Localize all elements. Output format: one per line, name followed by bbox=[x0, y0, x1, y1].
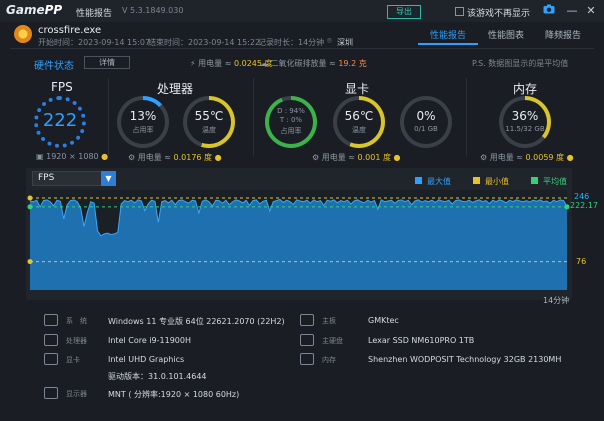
avg-end-marker bbox=[564, 204, 570, 210]
gpu-usage-gauge: D : 94% T : 0% 占用率 bbox=[265, 96, 317, 148]
memory-power-usage: ⚙ 用电量 ≈ 0.0059 度 ● bbox=[480, 153, 574, 162]
x-axis-end-label: 14分钟 bbox=[543, 296, 570, 305]
cpu-power-usage: ⚙ 用电量 ≈ 0.0176 度 ● bbox=[128, 153, 222, 162]
hardware-status-title: 硬件状态 bbox=[34, 61, 74, 72]
memory-usage-label: 11.5/32 GB bbox=[505, 125, 545, 133]
max-reference-line-marker bbox=[27, 195, 33, 201]
data-note: P.S. 数据图显示的是平均值 bbox=[472, 59, 569, 68]
memory-value: Shenzhen WODPOSIT Technology 32GB 2130MH bbox=[368, 355, 562, 364]
avg-reference-line-marker bbox=[27, 204, 33, 210]
gpu-icon bbox=[44, 353, 58, 365]
panel-divider bbox=[466, 78, 467, 156]
legend-max-swatch bbox=[415, 177, 422, 184]
cpu-value: Intel Core i9-11900H bbox=[108, 336, 191, 345]
close-icon[interactable]: ✕ bbox=[584, 4, 598, 18]
camera-icon[interactable] bbox=[542, 4, 556, 18]
resolution: ▣ 1920 × 1080 ● bbox=[36, 152, 109, 161]
gpu-temp-value: 56℃ bbox=[344, 109, 374, 123]
metric-select-value: FPS bbox=[38, 173, 55, 183]
gpu-power-usage: ⚙ 用电量 ≈ 0.001 度 ● bbox=[312, 153, 401, 162]
no-popup-label: 该游戏不再显示 bbox=[467, 9, 531, 19]
location: 深圳 bbox=[337, 38, 353, 47]
minimize-icon[interactable]: — bbox=[565, 4, 579, 18]
legend-min-swatch bbox=[473, 177, 480, 184]
game-name: crossfire.exe bbox=[38, 25, 102, 36]
gpu-t-usage: T : 0% bbox=[279, 116, 303, 124]
cpu-temp-gauge: 55℃ 温度 bbox=[183, 96, 235, 148]
min-reference-line-marker bbox=[27, 259, 33, 265]
driver-version: 驱动版本：31.0.101.4644 bbox=[108, 372, 207, 381]
memory-usage-value: 36% bbox=[511, 109, 539, 123]
export-button[interactable]: 导出 bbox=[387, 5, 421, 19]
gpu-value: Intel UHD Graphics bbox=[108, 355, 185, 364]
end-time: 结束时间：2023-09-14 15:22 bbox=[148, 38, 261, 47]
panel-divider bbox=[253, 78, 254, 156]
active-tab-indicator bbox=[418, 43, 478, 45]
legend-avg-swatch bbox=[531, 177, 538, 184]
start-time: 开始时间：2023-09-14 15:07 bbox=[38, 38, 151, 47]
motherboard-icon bbox=[300, 314, 314, 326]
motherboard-label: 主板 bbox=[322, 317, 336, 325]
gamepp-logo: GamePP bbox=[6, 3, 63, 17]
panel-divider bbox=[108, 78, 109, 156]
memory-title: 内存 bbox=[513, 82, 538, 96]
location-pin-icon: ⌾ bbox=[327, 36, 332, 45]
details-button[interactable]: 详情 bbox=[84, 56, 130, 69]
game-logo-icon bbox=[14, 25, 32, 43]
gpu-temp-gauge: 56℃ 温度 bbox=[333, 96, 385, 148]
no-popup-checkbox[interactable] bbox=[455, 7, 464, 16]
gpu-d-usage: D : 94% bbox=[277, 107, 305, 115]
fps-title: FPS bbox=[51, 80, 73, 94]
gpu-title: 显卡 bbox=[345, 82, 370, 96]
system-icon bbox=[44, 314, 58, 326]
cpu-temp-label: 温度 bbox=[202, 126, 216, 134]
gpu-label: 显卡 bbox=[66, 356, 80, 364]
record-duration: 记录时长：14分钟 bbox=[258, 38, 325, 47]
disk-label: 主硬盘 bbox=[322, 337, 343, 345]
system-value: Windows 11 专业版 64位 22621.2070 (22H2) bbox=[108, 317, 285, 326]
cpu-temp-value: 55℃ bbox=[194, 109, 224, 123]
monitor-icon bbox=[44, 387, 58, 399]
tab-throttle-report[interactable]: 降频报告 bbox=[545, 28, 581, 41]
max-line-label: 246 bbox=[574, 192, 590, 201]
cpu-title: 处理器 bbox=[157, 82, 194, 96]
gpu-temp-label: 温度 bbox=[352, 126, 366, 134]
avg-line-label: 222.17 bbox=[570, 201, 598, 210]
memory-icon bbox=[300, 353, 314, 365]
disk-icon bbox=[300, 334, 314, 346]
gpu-vram-gauge: 0% 0/1 GB bbox=[400, 96, 452, 148]
tab-performance-report[interactable]: 性能报告 bbox=[430, 28, 466, 41]
legend-max-label: 最大值 bbox=[427, 177, 451, 186]
header-divider bbox=[10, 48, 594, 49]
legend-min-label: 最小值 bbox=[485, 177, 509, 186]
cpu-icon bbox=[44, 334, 58, 346]
cpu-usage-value: 13% bbox=[129, 109, 157, 123]
tab-performance-charts[interactable]: 性能图表 bbox=[488, 28, 524, 41]
motherboard-value: GMKtec bbox=[368, 316, 399, 325]
disk-value: Lexar SSD NM610PRO 1TB bbox=[368, 336, 475, 345]
memory-label: 内存 bbox=[322, 356, 336, 364]
cpu-label: 处理器 bbox=[66, 337, 87, 345]
cpu-usage-gauge: 13% 占用率 bbox=[117, 96, 169, 148]
gpu-vram-label: 0/1 GB bbox=[414, 125, 438, 133]
monitor-value: MNT ( 分辨率:1920 × 1080 60Hz) bbox=[108, 390, 240, 399]
app-title: 性能报告 bbox=[76, 9, 113, 19]
gpu-vram-value: 0% bbox=[416, 109, 436, 123]
fps-chart bbox=[27, 190, 570, 290]
memory-usage-gauge: 36% 11.5/32 GB bbox=[499, 96, 551, 148]
system-label: 系 统 bbox=[66, 317, 87, 325]
chevron-down-icon[interactable]: ▼ bbox=[101, 171, 116, 186]
fps-value: 222 bbox=[42, 110, 78, 131]
cpu-usage-label: 占用率 bbox=[132, 126, 154, 134]
version-label: V 5.3.1849.030 bbox=[122, 6, 184, 15]
monitor-label: 显示器 bbox=[66, 390, 87, 398]
legend-avg-label: 平均值 bbox=[543, 177, 567, 186]
min-line-label: 76 bbox=[576, 257, 587, 266]
gpu-usage-label: 占用率 bbox=[280, 127, 302, 135]
co2-emission: ☁ 二氧化碳排放量 ≈ 19.2 克 bbox=[260, 59, 367, 68]
